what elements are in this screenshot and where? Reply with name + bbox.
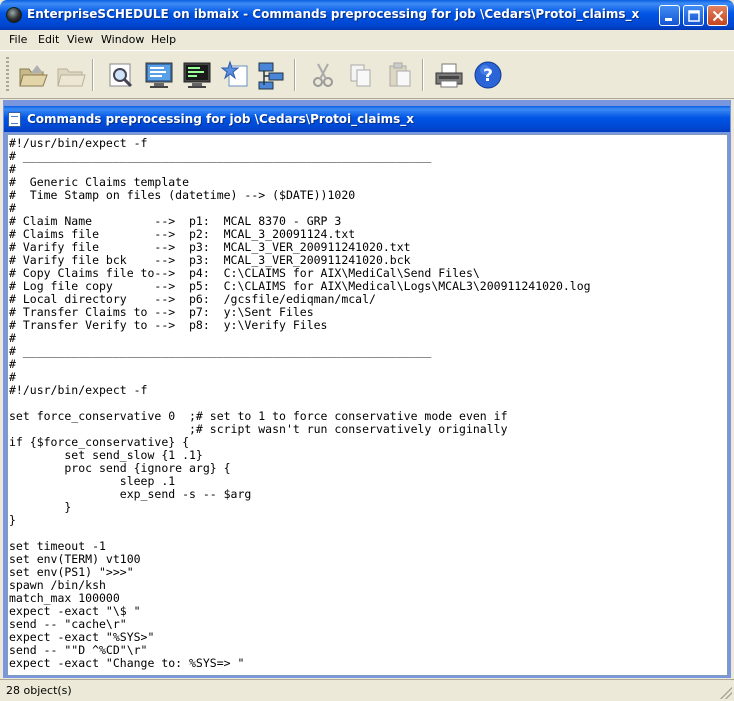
display-icon	[183, 62, 211, 88]
commands-editor[interactable]: #!/usr/bin/expect -f # __________________…	[7, 134, 728, 676]
new-item-button[interactable]	[218, 57, 252, 93]
code-line: expect -exact "Change to: %SYS=> "	[9, 656, 245, 670]
code-line: # Transfer Verify to --> p8: y:\Verify F…	[9, 318, 328, 332]
code-line: # ______________________________________…	[9, 149, 432, 163]
child-window-titlebar[interactable]: Commands preprocessing for job \Cedars\P…	[4, 106, 730, 132]
copy-button[interactable]	[344, 57, 378, 93]
copy-icon	[350, 64, 371, 87]
editor-text: #!/usr/bin/expect -f # __________________…	[9, 137, 591, 670]
menu-bar: File Edit View Window Help	[0, 30, 734, 50]
app-icon[interactable]	[6, 7, 22, 23]
code-line: #!/usr/bin/expect -f	[9, 383, 148, 397]
toolbar: ?	[0, 50, 734, 99]
folder-button[interactable]	[53, 57, 87, 93]
child-window-title: Commands preprocessing for job \Cedars\P…	[27, 112, 414, 126]
open-folder-icon	[19, 65, 48, 87]
minimize-icon	[665, 18, 672, 21]
menu-view[interactable]: View	[67, 33, 93, 46]
open-button[interactable]	[16, 57, 50, 93]
folder-icon	[57, 68, 86, 87]
display-button[interactable]	[180, 57, 214, 93]
paste-icon	[389, 62, 411, 87]
menu-edit[interactable]: Edit	[38, 33, 59, 46]
svg-text:?: ?	[483, 66, 493, 86]
menu-file[interactable]: File	[9, 33, 27, 46]
help-button[interactable]: ?	[472, 57, 506, 93]
resize-grip[interactable]	[720, 687, 732, 699]
status-bar: 28 object(s)	[0, 679, 734, 701]
paste-button[interactable]	[383, 57, 417, 93]
maximize-icon	[688, 10, 700, 22]
close-icon	[712, 10, 724, 22]
tree-icon	[258, 62, 284, 90]
star-document-icon	[220, 60, 248, 87]
monitor-icon	[145, 62, 173, 88]
menu-help[interactable]: Help	[151, 33, 176, 46]
object-count: 28 object(s)	[6, 684, 72, 697]
print-button[interactable]	[432, 57, 466, 93]
find-icon	[109, 63, 133, 88]
cut-icon	[313, 63, 333, 87]
close-button[interactable]	[707, 5, 728, 26]
code-line: exp_send -s -- $arg	[9, 487, 252, 501]
code-line: # ______________________________________…	[9, 344, 432, 358]
cut-button[interactable]	[307, 57, 341, 93]
code-line: }	[9, 513, 16, 527]
document-icon	[8, 112, 21, 127]
toolbar-grip[interactable]	[6, 57, 9, 93]
window-titlebar[interactable]: EnterpriseSCHEDULE on ibmaix - Commands …	[0, 0, 734, 30]
menu-window[interactable]: Window	[101, 33, 144, 46]
code-line: # Time Stamp on files (datetime) --> ($D…	[9, 188, 356, 202]
help-icon: ?	[474, 61, 502, 89]
code-line: #	[9, 357, 16, 371]
maximize-button[interactable]	[683, 5, 704, 26]
minimize-button[interactable]	[659, 5, 680, 26]
find-button[interactable]	[104, 57, 138, 93]
monitor-button[interactable]	[142, 57, 176, 93]
window-title: EnterpriseSCHEDULE on ibmaix - Commands …	[27, 7, 640, 21]
code-line: }	[9, 500, 72, 514]
tree-button[interactable]	[254, 57, 288, 93]
print-icon	[435, 63, 463, 88]
